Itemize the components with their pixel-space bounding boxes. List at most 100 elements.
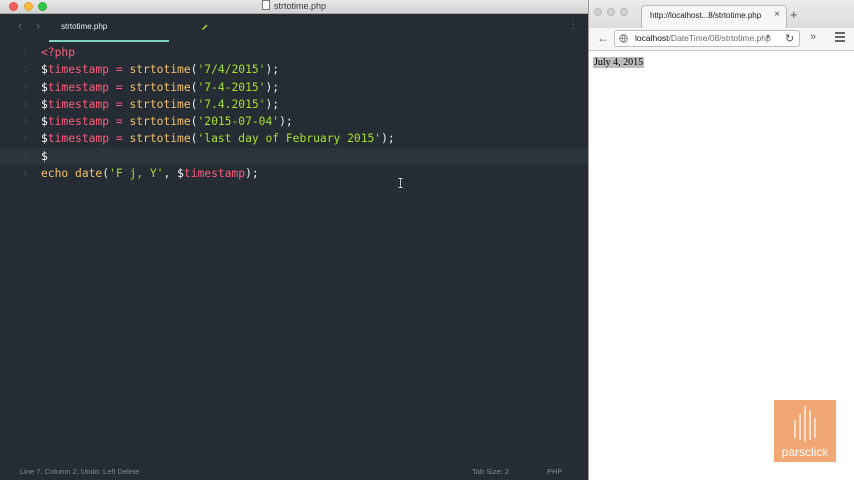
- browser-maximize-button[interactable]: [620, 8, 628, 16]
- document-icon: [261, 0, 270, 10]
- globe-icon: [619, 34, 628, 43]
- code-token: );: [245, 167, 259, 181]
- code-token: '7.4.2015': [197, 97, 266, 111]
- code-token: =: [109, 132, 130, 146]
- code-token: $: [41, 97, 48, 111]
- code-area[interactable]: 1 <?php 2 $timestamp = strtotime('7/4/2015'…: [0, 44, 588, 182]
- editor-tab-bar: ‹ › strtotime.php · · ·: [0, 14, 588, 42]
- new-tab-icon[interactable]: +: [790, 7, 798, 22]
- reload-icon[interactable]: ↻: [785, 32, 794, 45]
- code-line[interactable]: 4 $timestamp = strtotime('7.4.2015');: [0, 96, 588, 113]
- close-tab-icon[interactable]: ×: [774, 9, 780, 20]
- code-token: $: [41, 80, 48, 94]
- pencil-icon: [202, 24, 208, 30]
- line-number: 8: [23, 169, 28, 179]
- browser-navigation-bar: ← localhost/DateTime/08/strtotime.php ▾ …: [589, 28, 854, 51]
- code-line[interactable]: 7 $: [0, 147, 588, 166]
- url-dropdown-icon[interactable]: ▾: [766, 32, 770, 41]
- editor-window-title: strtotime.php: [0, 0, 588, 13]
- line-number: 2: [23, 65, 28, 75]
- parsclick-logo: parsclick: [774, 400, 836, 462]
- code-token: timestamp: [47, 80, 110, 94]
- code-line[interactable]: 8 echo date('F j, Y', $timestamp);: [0, 165, 588, 182]
- code-token: <?php: [41, 46, 76, 59]
- browser-close-button[interactable]: [594, 8, 602, 16]
- back-arrow-icon[interactable]: ‹: [18, 18, 22, 33]
- code-token: $: [177, 167, 184, 181]
- tab-size-selector[interactable]: Tab Size: 2: [472, 464, 509, 480]
- code-token: ,: [163, 167, 178, 181]
- code-line-text: $timestamp = strtotime('7/4/2015');: [41, 61, 279, 78]
- code-token: timestamp: [47, 97, 110, 111]
- more-options-icon[interactable]: · · ·: [570, 16, 576, 34]
- code-token: strtotime: [129, 132, 191, 146]
- address-bar[interactable]: localhost/DateTime/08/strtotime.php ▾ ↻: [614, 30, 800, 47]
- code-line-text: $timestamp = strtotime('7.4.2015');: [41, 96, 279, 113]
- code-line[interactable]: 3 $timestamp = strtotime('7-4-2015');: [0, 79, 588, 96]
- url-text: localhost/DateTime/08/strtotime.php: [635, 33, 771, 43]
- code-line[interactable]: 5 $timestamp = strtotime('2015-07-04');: [0, 113, 588, 130]
- code-token: '7-4-2015': [197, 80, 266, 94]
- forward-arrow-icon[interactable]: ›: [36, 18, 40, 33]
- code-line-text: $timestamp = strtotime('2015-07-04');: [41, 113, 293, 130]
- code-token: );: [279, 115, 293, 129]
- code-token: date: [75, 167, 103, 181]
- code-token: timestamp: [47, 115, 110, 129]
- line-number: 1: [23, 48, 28, 57]
- code-token: timestamp: [47, 63, 110, 77]
- code-token: strtotime: [129, 80, 191, 94]
- code-token: echo: [41, 167, 76, 181]
- line-number: 6: [23, 134, 28, 144]
- status-bar: Line 7, Column 2; Undo: Left Delete Tab …: [0, 464, 588, 480]
- code-token: );: [265, 97, 280, 111]
- code-line-text: $timestamp = strtotime('last day of Febr…: [41, 130, 395, 147]
- code-editor-window: strtotime.php ‹ › strtotime.php · · · 1 <?p…: [0, 0, 588, 480]
- code-token: $: [41, 149, 48, 163]
- line-number: 3: [23, 82, 28, 92]
- code-token: =: [109, 80, 130, 94]
- language-selector[interactable]: PHP: [547, 464, 562, 480]
- code-token: );: [265, 63, 280, 77]
- code-line-text: $timestamp = strtotime('7-4-2015');: [41, 79, 279, 96]
- editor-titlebar: strtotime.php: [0, 0, 588, 14]
- code-token: 'F j, Y': [109, 167, 164, 181]
- page-output-text: July 4, 2015: [593, 57, 645, 68]
- line-number: 4: [23, 99, 28, 109]
- code-token: '2015-07-04': [197, 115, 280, 129]
- hamburger-menu-icon[interactable]: [835, 32, 845, 44]
- code-line-text: echo date('F j, Y', $timestamp);: [41, 165, 259, 182]
- line-number: 7: [23, 151, 28, 161]
- browser-tab-strip: http://localhost...8/strtotime.php × +: [589, 0, 854, 28]
- code-token: $: [41, 115, 48, 129]
- active-tab-indicator: [49, 40, 169, 42]
- code-token: strtotime: [129, 63, 191, 77]
- tab-strtotime-php[interactable]: strtotime.php: [49, 14, 208, 42]
- browser-minimize-button[interactable]: [607, 8, 615, 16]
- line-number: 5: [23, 117, 28, 127]
- cursor-position-status: Line 7, Column 2; Undo: Left Delete: [20, 467, 140, 476]
- code-token: =: [109, 115, 130, 129]
- code-token: 'last day of February 2015': [197, 132, 382, 146]
- code-line[interactable]: 2 $timestamp = strtotime('7/4/2015');: [0, 61, 588, 78]
- code-token: timestamp: [183, 167, 246, 181]
- code-line-text: $: [41, 148, 48, 165]
- code-token: =: [109, 63, 130, 77]
- code-token: $: [41, 63, 48, 77]
- code-token: );: [381, 132, 395, 146]
- code-line[interactable]: 6 $timestamp = strtotime('last day of Feb…: [0, 130, 588, 147]
- logo-wordmark: parsclick: [781, 445, 829, 459]
- code-token: =: [109, 97, 130, 111]
- code-token: timestamp: [47, 132, 110, 146]
- code-token: $: [41, 132, 48, 146]
- back-button-icon[interactable]: ←: [597, 31, 609, 45]
- code-token: );: [265, 80, 280, 94]
- code-token: '7/4/2015': [197, 63, 266, 77]
- ibeam-cursor-icon: [398, 178, 403, 188]
- browser-tab[interactable]: http://localhost...8/strtotime.php ×: [641, 5, 787, 28]
- code-token: strtotime: [129, 97, 191, 111]
- code-line[interactable]: 1 <?php: [0, 44, 588, 61]
- tab-label: strtotime.php: [61, 22, 108, 31]
- browser-tab-title: http://localhost...8/strtotime.php: [650, 11, 762, 20]
- code-line-text: <?php: [41, 44, 75, 61]
- toolbar-overflow-icon[interactable]: »: [810, 31, 816, 43]
